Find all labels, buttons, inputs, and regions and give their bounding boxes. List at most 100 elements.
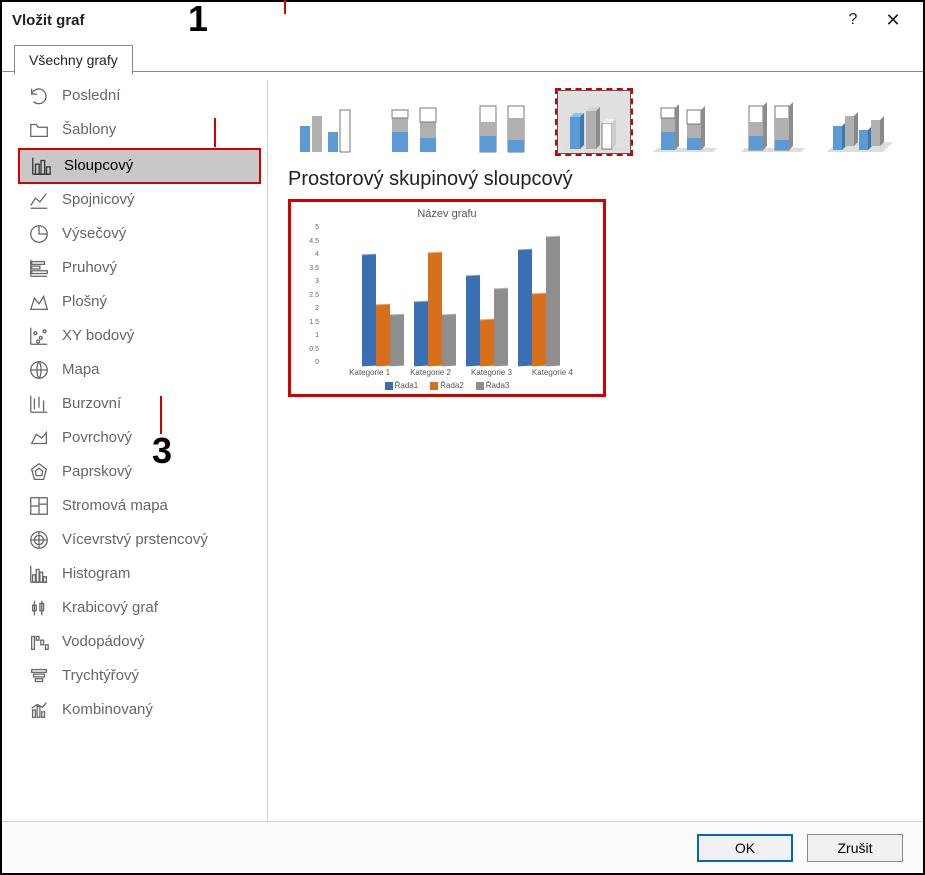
sidebar-item-label: Spojnicový [62, 191, 135, 209]
subtype-3d-stacked-column[interactable] [647, 90, 719, 154]
bar [518, 249, 532, 367]
chart-subtype-row [288, 84, 899, 168]
scatter-chart-icon [28, 326, 50, 346]
dialog-button-row: OK Zrušit [2, 821, 923, 873]
sidebar-item-label: Pruhový [62, 259, 117, 277]
sidebar-item-label: Krabicový graf [62, 599, 158, 617]
globe-icon [28, 360, 50, 380]
subtype-stacked-column[interactable] [380, 90, 452, 154]
sidebar-item-histogram[interactable]: Histogram [18, 558, 261, 590]
bar-chart-icon [28, 258, 50, 278]
sidebar-item-boxwhisker[interactable]: Krabicový graf [18, 592, 261, 624]
bar-group [466, 275, 508, 366]
bar [546, 236, 560, 367]
line-chart-icon [28, 190, 50, 210]
sidebar-item-recent[interactable]: Poslední [18, 80, 261, 112]
column-chart-icon [30, 156, 52, 176]
sidebar-item-line[interactable]: Spojnicový [18, 184, 261, 216]
sidebar-item-label: Burzovní [62, 395, 121, 413]
bar [390, 314, 404, 367]
sidebar-item-label: Šablony [62, 121, 116, 139]
folder-icon [28, 120, 50, 140]
bar [466, 275, 480, 367]
subtype-3d-column[interactable] [823, 90, 895, 154]
bar [494, 288, 508, 367]
area-chart-icon [28, 292, 50, 312]
window-title: Vložit graf [12, 12, 833, 29]
sidebar-item-label: Stromová mapa [62, 497, 168, 515]
sidebar-item-templates[interactable]: Šablony [18, 114, 261, 146]
pie-chart-icon [28, 224, 50, 244]
sidebar-item-column[interactable]: Sloupcový [18, 148, 261, 184]
subtype-clustered-column[interactable] [292, 90, 364, 154]
sidebar-item-label: Mapa [62, 361, 100, 379]
sidebar-item-label: Sloupcový [64, 157, 133, 175]
chart-legend: Řada1 Řada2 Řada3 [295, 381, 599, 390]
subtype-3d-100-stacked-column[interactable] [735, 90, 807, 154]
bar [428, 252, 442, 367]
subtype-100-stacked-column[interactable] [468, 90, 540, 154]
histogram-icon [28, 564, 50, 584]
chart-preview[interactable]: Název grafu 54.5 43.5 32.5 21.5 10.5 0 K… [288, 199, 606, 397]
bar [480, 319, 494, 367]
bar [362, 254, 376, 367]
help-button[interactable]: ? [833, 11, 873, 29]
bar [532, 293, 546, 367]
sidebar-item-treemap[interactable]: Stromová mapa [18, 490, 261, 522]
sidebar-item-surface[interactable]: Povrchový [18, 422, 261, 454]
subtype-3d-clustered-column[interactable] [557, 90, 631, 154]
cancel-button[interactable]: Zrušit [807, 834, 903, 862]
tabstrip: Všechny grafy [2, 38, 923, 72]
sidebar-item-label: Vodopádový [62, 633, 145, 651]
chart-preview-title: Název grafu [295, 208, 599, 220]
sidebar-item-label: Povrchový [62, 429, 132, 447]
box-whisker-icon [28, 598, 50, 618]
titlebar: Vložit graf ? ✕ [2, 2, 923, 38]
surface-chart-icon [28, 428, 50, 448]
x-axis-labels: Kategorie 1 Kategorie 2 Kategorie 3 Kate… [295, 368, 599, 377]
bar [414, 301, 428, 367]
sidebar-item-xy[interactable]: XY bodový [18, 320, 261, 352]
waterfall-icon [28, 632, 50, 652]
sidebar-item-label: Paprskový [62, 463, 132, 481]
bar [442, 314, 456, 367]
chart-subtype-panel: 2 [268, 80, 907, 821]
sidebar-item-sunburst[interactable]: Vícevrstvý prstencový [18, 524, 261, 556]
bar-group [362, 254, 404, 366]
ok-button[interactable]: OK [697, 834, 793, 862]
chart-preview-body: 54.5 43.5 32.5 21.5 10.5 0 [295, 224, 599, 366]
sidebar-item-label: Výsečový [62, 225, 126, 243]
close-button[interactable]: ✕ [873, 10, 913, 31]
tab-all-charts[interactable]: Všechny grafy [14, 45, 133, 75]
sidebar-item-label: Vícevrstvý prstencový [62, 531, 208, 549]
dialog-body: 1 Poslední Šablony [2, 72, 923, 821]
sidebar-item-label: Histogram [62, 565, 130, 583]
subtype-title: Prostorový skupinový sloupcový [288, 168, 899, 191]
chart-category-sidebar: 1 Poslední Šablony [18, 80, 268, 821]
sidebar-item-label: Poslední [62, 87, 120, 105]
combo-chart-icon [28, 700, 50, 720]
sidebar-item-bar[interactable]: Pruhový [18, 252, 261, 284]
sidebar-item-label: Kombinovaný [62, 701, 153, 719]
funnel-icon [28, 666, 50, 686]
sidebar-item-stock[interactable]: Burzovní [18, 388, 261, 420]
sidebar-item-funnel[interactable]: Trychtýřový [18, 660, 261, 692]
sidebar-item-area[interactable]: Plošný [18, 286, 261, 318]
bar-group [414, 252, 456, 366]
undo-icon [28, 86, 50, 106]
sidebar-item-radar[interactable]: Paprskový [18, 456, 261, 488]
stock-chart-icon [28, 394, 50, 414]
sidebar-item-combo[interactable]: Kombinovaný [18, 694, 261, 726]
sidebar-item-map[interactable]: Mapa [18, 354, 261, 386]
sunburst-icon [28, 530, 50, 550]
radar-chart-icon [28, 462, 50, 482]
y-axis: 54.5 43.5 32.5 21.5 10.5 0 [297, 224, 321, 366]
sidebar-item-label: XY bodový [62, 327, 134, 345]
sidebar-item-pie[interactable]: Výsečový [18, 218, 261, 250]
bar-group [518, 236, 560, 366]
sidebar-item-waterfall[interactable]: Vodopádový [18, 626, 261, 658]
bar [376, 304, 390, 367]
sidebar-item-label: Plošný [62, 293, 107, 311]
sidebar-item-label: Trychtýřový [62, 667, 139, 685]
treemap-icon [28, 496, 50, 516]
